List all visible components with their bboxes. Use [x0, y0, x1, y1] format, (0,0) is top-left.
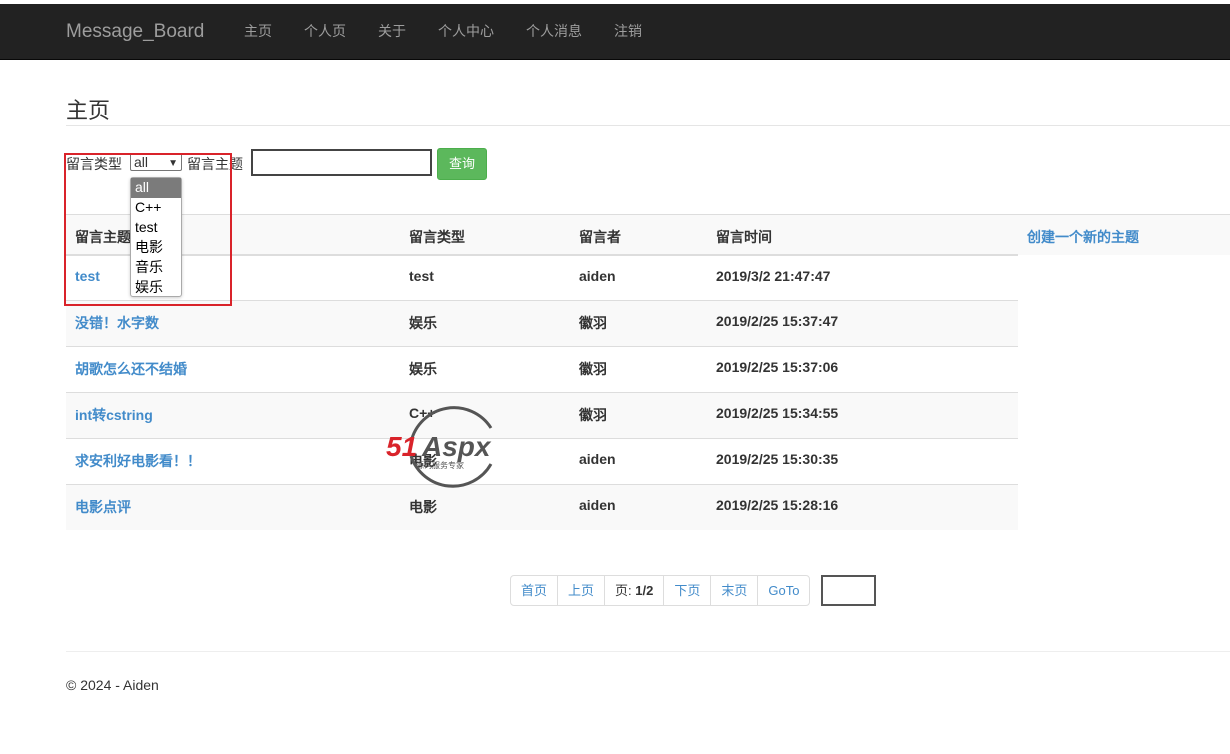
- table-row: 电影点评 电影 aiden 2019/2/25 15:28:16: [66, 484, 1018, 530]
- row-time: 2019/2/25 15:37:06: [716, 359, 839, 375]
- row-author: aiden: [579, 451, 616, 467]
- row-author: 徽羽: [579, 407, 607, 423]
- row-author: 徽羽: [579, 361, 607, 377]
- pager-last[interactable]: 末页: [710, 576, 757, 605]
- footer-divider: [66, 651, 1230, 652]
- pagination: 首页 上页 页: 1/2 下页 末页 GoTo: [510, 575, 811, 606]
- nav-item-personal-center[interactable]: 个人中心: [422, 4, 510, 59]
- nav-menu: 主页 个人页 关于 个人中心 个人消息 注销: [228, 4, 658, 59]
- header-type: 留言类型: [409, 229, 465, 245]
- topic-label: 留言主题: [187, 156, 243, 172]
- type-option-all[interactable]: all: [131, 178, 181, 198]
- row-author: aiden: [579, 268, 616, 284]
- type-select-value: all: [134, 154, 149, 170]
- row-time: 2019/2/25 15:34:55: [716, 405, 839, 421]
- page-title: 主页: [66, 98, 111, 123]
- brand-link[interactable]: Message_Board: [66, 21, 204, 43]
- pager-prev[interactable]: 上页: [557, 576, 604, 605]
- type-dropdown-list: all C++ test 电影 音乐 娱乐: [130, 177, 182, 297]
- pager-first[interactable]: 首页: [511, 576, 557, 605]
- pager-page-info: 页: 1/2: [604, 576, 663, 605]
- type-option-entertainment[interactable]: 娱乐: [131, 278, 181, 298]
- pager-next[interactable]: 下页: [663, 576, 710, 605]
- row-topic-link[interactable]: 电影点评: [75, 497, 131, 517]
- header-time: 留言时间: [716, 229, 772, 245]
- table-row: 没错！水字数 娱乐 徽羽 2019/2/25 15:37:47: [66, 300, 1018, 346]
- type-option-music[interactable]: 音乐: [131, 258, 181, 278]
- type-option-cpp[interactable]: C++: [131, 198, 181, 218]
- row-topic-link[interactable]: 胡歌怎么还不结婚: [75, 359, 187, 379]
- row-type: 娱乐: [409, 315, 437, 331]
- row-type: test: [409, 268, 434, 284]
- type-select[interactable]: all ▼: [130, 153, 182, 171]
- row-type: 娱乐: [409, 361, 437, 377]
- table-row: 胡歌怎么还不结婚 娱乐 徽羽 2019/2/25 15:37:06: [66, 346, 1018, 392]
- row-topic-link[interactable]: 求安利好电影看！！: [75, 451, 201, 471]
- nav-item-personal-page[interactable]: 个人页: [288, 4, 362, 59]
- pager-goto[interactable]: GoTo: [757, 576, 809, 605]
- footer-copyright: © 2024 - Aiden: [66, 677, 159, 693]
- row-type: 电影: [409, 453, 437, 469]
- table-row: 求安利好电影看！！ 电影 aiden 2019/2/25 15:30:35: [66, 438, 1018, 484]
- table-row: test test aiden 2019/3/2 21:47:47: [66, 254, 1018, 300]
- row-topic-link[interactable]: test: [75, 268, 100, 284]
- query-button[interactable]: 查询: [437, 148, 487, 180]
- header-author: 留言者: [579, 229, 621, 245]
- table-header: 留言主题 留言类型 留言者 留言时间 创建一个新的主题: [66, 214, 1230, 255]
- header-topic: 留言主题: [75, 229, 131, 245]
- row-author: 徽羽: [579, 315, 607, 331]
- type-label: 留言类型: [66, 156, 122, 172]
- row-time: 2019/2/25 15:28:16: [716, 497, 839, 513]
- row-type: 电影: [409, 499, 437, 515]
- row-time: 2019/2/25 15:30:35: [716, 451, 839, 467]
- nav-item-logout[interactable]: 注销: [598, 4, 658, 59]
- row-author: aiden: [579, 497, 616, 513]
- row-time: 2019/3/2 21:47:47: [716, 268, 831, 284]
- goto-page-input[interactable]: [821, 575, 876, 606]
- create-topic-link[interactable]: 创建一个新的主题: [1027, 227, 1139, 247]
- table-body: test test aiden 2019/3/2 21:47:47 没错！水字数…: [66, 254, 1018, 530]
- nav-item-personal-messages[interactable]: 个人消息: [510, 4, 598, 59]
- topic-input[interactable]: [251, 149, 432, 176]
- type-option-movie[interactable]: 电影: [131, 238, 181, 258]
- navbar: Message_Board 主页 个人页 关于 个人中心 个人消息 注销: [0, 4, 1230, 60]
- row-topic-link[interactable]: int转cstring: [75, 405, 153, 425]
- chevron-down-icon: ▼: [168, 158, 178, 169]
- table-row: int转cstring C++ 徽羽 2019/2/25 15:34:55: [66, 392, 1018, 438]
- nav-item-about[interactable]: 关于: [362, 4, 422, 59]
- title-divider: [66, 125, 1230, 126]
- row-time: 2019/2/25 15:37:47: [716, 313, 839, 329]
- type-option-test[interactable]: test: [131, 218, 181, 238]
- nav-item-home[interactable]: 主页: [228, 4, 288, 59]
- row-type: C++: [409, 405, 436, 421]
- row-topic-link[interactable]: 没错！水字数: [75, 313, 159, 333]
